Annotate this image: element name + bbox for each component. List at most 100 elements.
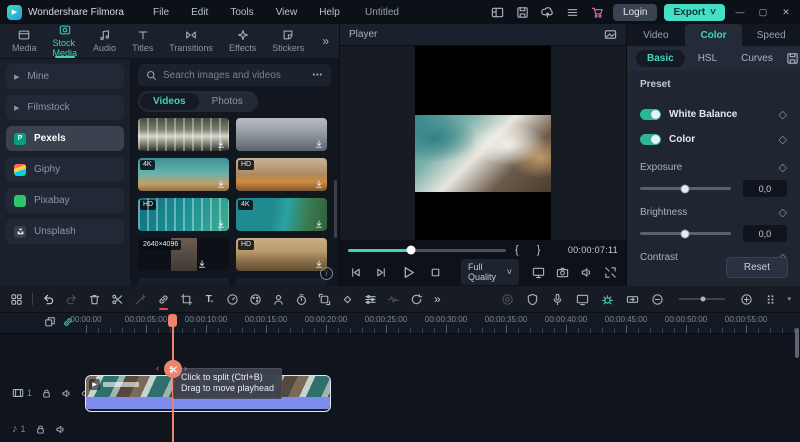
close-button[interactable]: ✕ — [778, 7, 794, 18]
save-preset-icon[interactable] — [786, 52, 799, 65]
more-tabs-icon[interactable]: » — [312, 34, 339, 48]
timeline-scrollbar[interactable] — [795, 328, 799, 358]
exposure-value[interactable]: 0,0 — [742, 180, 787, 197]
magic-wand-icon[interactable] — [129, 286, 152, 312]
tab-stock-media[interactable]: Stock Media — [45, 24, 86, 58]
audio-adjust-icon[interactable] — [359, 286, 382, 312]
keyframe-icon[interactable] — [336, 286, 359, 312]
menu-edit[interactable]: Edit — [180, 7, 219, 18]
minimize-button[interactable]: — — [732, 7, 748, 17]
menu-tools[interactable]: Tools — [219, 7, 264, 18]
download-icon[interactable] — [314, 139, 324, 149]
maximize-button[interactable]: ▢ — [755, 7, 771, 18]
download-icon[interactable] — [216, 219, 226, 229]
download-icon[interactable] — [216, 139, 226, 149]
stock-video-thumbnail[interactable] — [138, 118, 229, 151]
stock-video-thumbnail[interactable]: 4K — [138, 158, 229, 191]
brightness-value[interactable]: 0,0 — [742, 225, 787, 242]
mark-in-icon[interactable]: { — [506, 244, 528, 256]
download-icon[interactable] — [314, 219, 324, 229]
lock-icon[interactable] — [41, 388, 52, 399]
download-icon[interactable] — [216, 179, 226, 189]
sidebar-item-pexels[interactable]: P Pexels — [6, 126, 124, 151]
record-icon[interactable] — [496, 293, 519, 306]
copy-icon[interactable] — [44, 316, 56, 328]
exposure-slider[interactable] — [640, 184, 731, 193]
undo-icon[interactable] — [37, 286, 60, 312]
sidebar-item-giphy[interactable]: Giphy — [6, 157, 124, 182]
color-toggle[interactable] — [640, 134, 661, 145]
stock-video-thumbnail[interactable]: HD — [138, 198, 229, 231]
reset-button[interactable]: Reset — [725, 257, 788, 278]
subtab-basic[interactable]: Basic — [636, 50, 685, 67]
next-frame-icon[interactable] — [375, 266, 388, 279]
zoom-out-icon[interactable] — [646, 293, 669, 306]
white-balance-toggle[interactable] — [640, 109, 661, 120]
tab-stickers[interactable]: Stickers — [264, 24, 312, 58]
tab-speed[interactable]: Speed — [742, 24, 800, 46]
stock-video-thumbnail[interactable] — [138, 278, 229, 286]
audio-denoise-icon[interactable] — [382, 286, 405, 312]
keyframe-diamond-icon[interactable]: ◇ — [779, 206, 787, 219]
zoom-fit-icon[interactable] — [735, 293, 758, 306]
search-bar[interactable]: Search images and videos ••• — [138, 64, 331, 86]
tab-video[interactable]: Video — [627, 24, 685, 46]
stock-video-thumbnail[interactable]: HD — [236, 158, 327, 191]
vertical-scrollbar[interactable] — [334, 180, 337, 238]
crop-icon[interactable] — [175, 286, 198, 312]
subtab-curves[interactable]: Curves — [730, 50, 784, 67]
tab-transitions[interactable]: Transitions — [161, 24, 221, 58]
brightness-slider[interactable] — [640, 229, 731, 238]
filter-photos[interactable]: Photos — [199, 93, 256, 110]
mute-icon[interactable] — [61, 388, 72, 399]
export-button[interactable]: Export ˅ — [664, 3, 725, 21]
mask-icon[interactable] — [267, 286, 290, 312]
stock-video-thumbnail-portrait[interactable]: 2640×4096 — [138, 238, 229, 271]
tab-color[interactable]: Color — [684, 24, 743, 46]
more-tools-icon[interactable]: » — [428, 292, 447, 306]
more-options-icon[interactable]: ••• — [313, 72, 323, 79]
tab-media[interactable]: Media — [4, 24, 45, 58]
stock-video-thumbnail[interactable] — [236, 278, 327, 286]
download-icon[interactable] — [314, 179, 324, 189]
mark-out-icon[interactable]: } — [528, 244, 550, 256]
track-manager-caret-icon[interactable]: ▾ — [787, 295, 791, 303]
subtab-hsl[interactable]: HSL — [687, 50, 728, 67]
previous-frame-icon[interactable] — [349, 266, 362, 279]
zoom-slider-knob[interactable] — [700, 296, 706, 302]
auto-ripple-icon[interactable] — [621, 293, 644, 306]
stock-video-thumbnail[interactable] — [236, 118, 327, 151]
keyframe-diamond-icon[interactable]: ◇ — [779, 133, 787, 146]
seek-knob[interactable] — [406, 245, 416, 255]
sidebar-item-unsplash[interactable]: Unsplash — [6, 219, 124, 244]
menu-help[interactable]: Help — [308, 7, 351, 18]
timeline-zoom-slider[interactable] — [679, 296, 726, 302]
sidebar-item-filmstock[interactable]: ▶ Filmstock — [6, 95, 124, 120]
tab-effects[interactable]: Effects — [221, 24, 264, 58]
microphone-icon[interactable] — [546, 293, 569, 306]
speed-icon[interactable] — [221, 286, 244, 312]
info-icon[interactable]: i — [320, 267, 333, 280]
quality-dropdown[interactable]: Full Quality ˅ — [461, 259, 519, 285]
preview-frame-icon[interactable] — [604, 28, 617, 41]
cart-icon[interactable] — [588, 3, 606, 21]
speed-ramp-icon[interactable] — [405, 286, 428, 312]
media-browser-icon[interactable] — [5, 286, 28, 312]
play-icon[interactable] — [401, 265, 416, 280]
motion-tracking-icon[interactable] — [313, 286, 336, 312]
fullscreen-icon[interactable] — [604, 266, 617, 279]
menu-file[interactable]: File — [142, 7, 180, 18]
stock-video-thumbnail[interactable]: 4K — [236, 198, 327, 231]
timer-icon[interactable] — [290, 286, 313, 312]
screen-record-icon[interactable] — [571, 293, 594, 306]
color-palette-icon[interactable] — [244, 286, 267, 312]
render-preview-icon[interactable] — [596, 293, 619, 306]
stock-video-thumbnail[interactable]: HD — [236, 238, 327, 271]
login-button[interactable]: Login — [613, 3, 658, 21]
sidebar-item-mine[interactable]: ▶ Mine — [6, 64, 124, 89]
cloud-upload-icon[interactable] — [538, 3, 556, 21]
save-icon[interactable] — [513, 3, 531, 21]
split-playhead-knob[interactable] — [164, 360, 182, 378]
timeline-ruler[interactable]: 00:00:00 00:00:05:00 00:00:10:00 00:00:1… — [0, 313, 800, 334]
display-device-icon[interactable] — [532, 266, 545, 279]
